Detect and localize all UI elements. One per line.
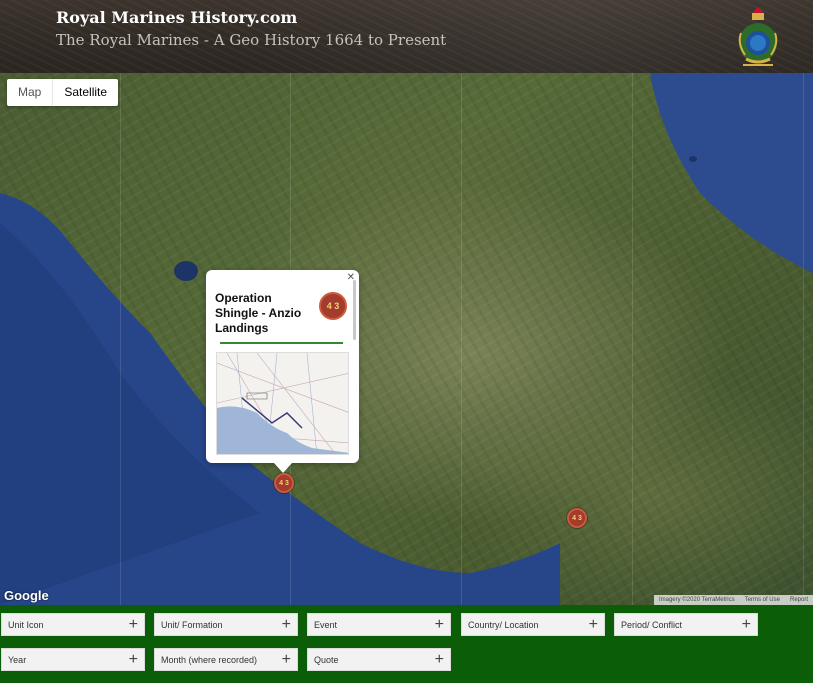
filter-unit-formation[interactable]: Unit/ Formation + <box>154 613 298 636</box>
filter-label: Month (where recorded) <box>161 654 258 665</box>
report-link[interactable]: Report <box>785 595 813 605</box>
filter-bar: Unit Icon + Unit/ Formation + Event + Co… <box>0 605 813 683</box>
filter-label: Unit Icon <box>8 619 44 630</box>
plus-icon: + <box>281 615 291 633</box>
royal-marines-crest-icon[interactable] <box>735 3 781 69</box>
imagery-credit: Imagery ©2020 TerraMetrics <box>658 597 735 603</box>
plus-icon: + <box>588 615 598 633</box>
info-window-scrollbar[interactable] <box>353 280 356 340</box>
plus-icon: + <box>434 650 444 668</box>
unit-icon: 4 3 <box>319 292 347 320</box>
site-header: Royal Marines History.com The Royal Mari… <box>0 0 813 73</box>
plus-icon: + <box>128 650 138 668</box>
filter-label: Quote <box>314 654 339 665</box>
map-gridline <box>803 73 804 605</box>
map-marker-anzio[interactable]: 4 3 <box>274 473 294 493</box>
satellite-map[interactable]: Map Satellite 4 3 4 3 ✕ Operation Shingl… <box>0 73 813 605</box>
info-window-divider <box>220 342 343 344</box>
terms-link[interactable]: Terms of Use <box>740 595 785 605</box>
map-gridline <box>632 73 633 605</box>
plus-icon: + <box>281 650 291 668</box>
site-subtitle: The Royal Marines - A Geo History 1664 t… <box>56 31 447 49</box>
app-root: Royal Marines History.com The Royal Mari… <box>0 0 813 683</box>
map-type-map-button[interactable]: Map <box>7 79 52 106</box>
filter-year[interactable]: Year + <box>1 648 145 671</box>
map-gridline <box>461 73 462 605</box>
marker-label: 4 3 <box>279 479 289 487</box>
filter-period-conflict[interactable]: Period/ Conflict + <box>614 613 758 636</box>
map-type-control: Map Satellite <box>7 79 119 106</box>
info-window-title: Operation Shingle - Anzio Landings <box>215 291 302 335</box>
filter-label: Country/ Location <box>468 619 539 630</box>
map-marker[interactable]: 4 3 <box>567 508 587 528</box>
plus-icon: + <box>741 615 751 633</box>
historical-map-image[interactable] <box>216 352 349 455</box>
map-gridline <box>120 73 121 605</box>
filter-label: Year <box>8 654 27 665</box>
marker-label: 4 3 <box>572 514 582 522</box>
filter-label: Unit/ Formation <box>161 619 223 630</box>
filter-month[interactable]: Month (where recorded) + <box>154 648 298 671</box>
map-type-satellite-button[interactable]: Satellite <box>53 79 118 106</box>
sea-overlay <box>0 73 813 605</box>
filter-label: Event <box>314 619 338 630</box>
site-title[interactable]: Royal Marines History.com <box>56 8 297 27</box>
plus-icon: + <box>128 615 138 633</box>
unit-icon-label: 4 3 <box>326 301 340 311</box>
info-window: ✕ Operation Shingle - Anzio Landings 4 3 <box>206 270 359 473</box>
filter-label: Period/ Conflict <box>621 619 683 630</box>
google-logo[interactable]: Google <box>4 588 49 603</box>
map-attribution: Imagery ©2020 TerraMetrics Terms of Use … <box>653 595 813 605</box>
filter-unit-icon[interactable]: Unit Icon + <box>1 613 145 636</box>
filter-event[interactable]: Event + <box>307 613 451 636</box>
filter-quote[interactable]: Quote + <box>307 648 451 671</box>
plus-icon: + <box>434 615 444 633</box>
filter-country-location[interactable]: Country/ Location + <box>461 613 605 636</box>
historical-map-drawing <box>217 353 348 454</box>
